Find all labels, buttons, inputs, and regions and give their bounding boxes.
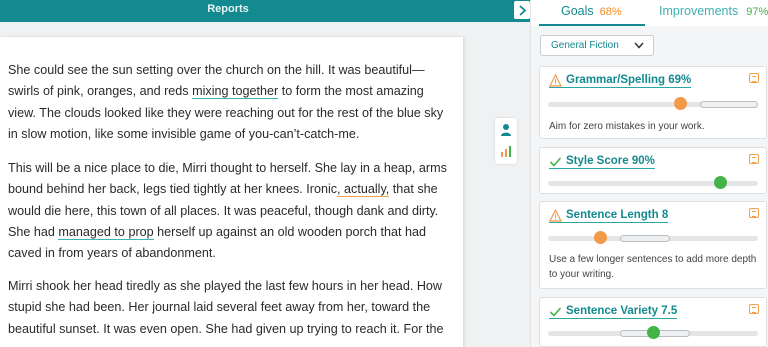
chevron-right-icon xyxy=(518,4,526,16)
tab-improvements[interactable]: Improvements 97% xyxy=(659,4,768,18)
paragraph: This will be a nice place to die, Mirri … xyxy=(8,158,448,264)
slider-knob[interactable] xyxy=(713,176,727,189)
warning-icon xyxy=(549,209,562,222)
info-icon[interactable] xyxy=(749,208,759,218)
goal-slider[interactable] xyxy=(548,231,758,244)
goal-hint: Aim for zero mistakes in your work. xyxy=(549,121,705,132)
goal-card-sentence-variety[interactable]: Sentence Variety 7.5 xyxy=(539,297,767,347)
genre-select-value: General Fiction xyxy=(551,40,619,51)
goal-hint: Use a few longer sentences to add more d… xyxy=(549,254,757,280)
info-icon[interactable] xyxy=(749,73,759,83)
chevron-down-icon xyxy=(634,42,644,49)
page-title: Reports xyxy=(207,3,249,15)
goal-title-label: Style Score 90% xyxy=(566,155,655,167)
grammar-highlight[interactable]: , actually, xyxy=(337,182,390,198)
goal-title-label: Grammar/Spelling 69% xyxy=(566,74,692,86)
goal-slider[interactable] xyxy=(548,326,758,339)
tab-goals-pct: 68% xyxy=(599,6,622,18)
suggestion-highlight[interactable]: mixing together xyxy=(192,84,279,100)
person-icon[interactable] xyxy=(500,123,512,137)
tab-goals[interactable]: Goals 68% xyxy=(561,4,622,18)
genre-select[interactable]: General Fiction xyxy=(540,35,654,56)
goal-title[interactable]: Sentence Variety 7.5 xyxy=(549,305,678,319)
active-tab-indicator xyxy=(539,24,645,26)
goal-title[interactable]: Grammar/Spelling 69% xyxy=(549,74,692,88)
suggestion-highlight[interactable]: managed to prop xyxy=(58,224,154,240)
top-bar: Reports xyxy=(0,0,530,22)
tab-improvements-pct: 97% xyxy=(746,6,768,18)
paragraph-text: Mirri shook her head tiredly as she play… xyxy=(8,279,444,336)
goals-panel: Goals 68% Improvements 97% General Fiction… xyxy=(530,0,768,347)
bar-chart-icon[interactable] xyxy=(500,145,512,157)
check-icon xyxy=(549,157,562,167)
tab-improvements-label: Improvements xyxy=(659,4,739,18)
goal-title-label: Sentence Variety 7.5 xyxy=(566,305,678,317)
document-editor[interactable]: She could see the sun setting over the c… xyxy=(0,37,463,347)
info-icon[interactable] xyxy=(749,154,759,164)
slider-knob[interactable] xyxy=(594,231,607,244)
goal-slider[interactable] xyxy=(548,176,758,189)
paragraph: Mirri shook her head tiredly as she play… xyxy=(8,276,448,340)
goal-card-style[interactable]: Style Score 90% xyxy=(539,147,767,194)
goal-card-sentence-length[interactable]: Sentence Length 8 Use a few longer senten… xyxy=(539,201,767,289)
goal-title[interactable]: Style Score 90% xyxy=(549,155,655,169)
target-range xyxy=(700,101,758,108)
goal-slider[interactable] xyxy=(548,97,758,110)
info-icon[interactable] xyxy=(749,304,759,314)
slider-knob[interactable] xyxy=(646,326,660,339)
slider-knob[interactable] xyxy=(673,97,687,110)
paragraph: She could see the sun setting over the c… xyxy=(8,60,448,145)
goal-title-label: Sentence Length 8 xyxy=(566,209,669,221)
target-range xyxy=(620,235,670,242)
check-icon xyxy=(549,307,562,317)
warning-icon xyxy=(549,74,562,87)
goal-title[interactable]: Sentence Length 8 xyxy=(549,209,669,223)
collapse-panel-button[interactable] xyxy=(514,1,530,19)
tab-goals-label: Goals xyxy=(561,4,594,18)
panel-tabs: Goals 68% Improvements 97% xyxy=(531,0,768,26)
goal-card-grammar[interactable]: Grammar/Spelling 69% Aim for zero mistake… xyxy=(539,66,767,139)
report-tools xyxy=(495,118,517,164)
app: Reports She could see the sun setting ov… xyxy=(0,0,768,347)
